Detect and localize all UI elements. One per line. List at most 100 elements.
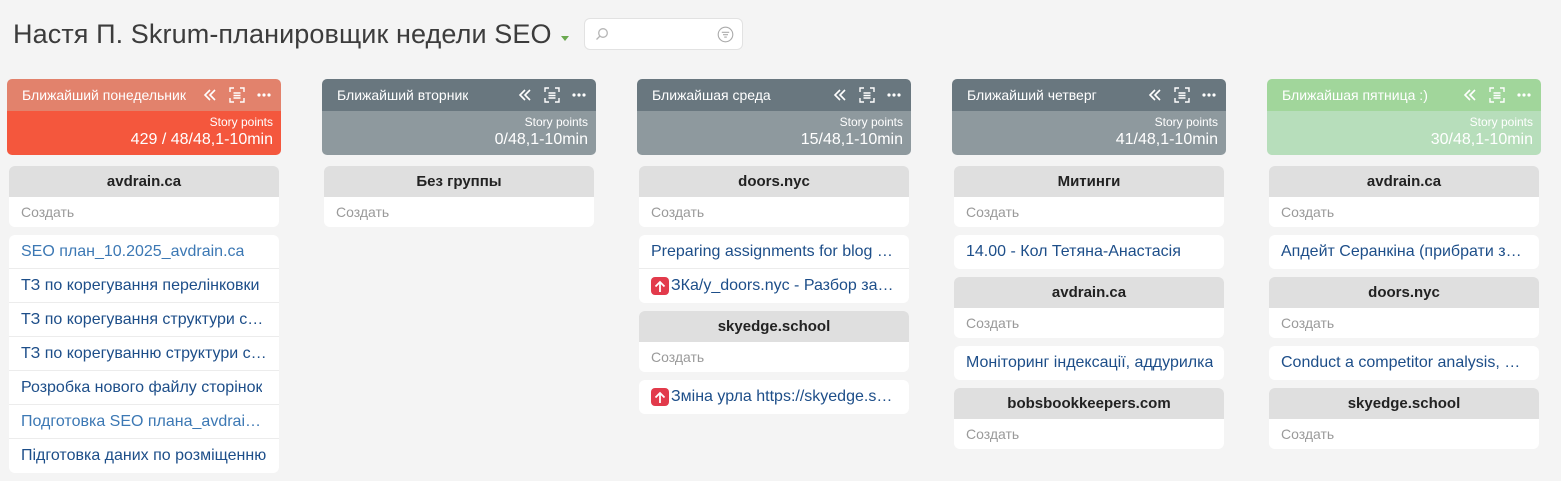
column-4: Ближайшая пятница :) Story points 30/48,1-… [1267,79,1541,449]
page-title[interactable]: Настя П. Skrum-планировщик недели SEO [13,19,552,50]
column-header[interactable]: Ближайшая среда Story points 15/48,1-10min [637,79,911,155]
group-header[interactable]: doors.nyc [639,166,909,197]
story-points-value: 429 / 48/48,1-10min [130,131,273,148]
collapse-icon[interactable] [1148,88,1162,102]
focus-icon[interactable] [229,87,245,103]
group-header[interactable]: doors.nyc [1269,277,1539,308]
task-title: Зміна урла https://skyedge.school [671,388,899,405]
page-header: Настя П. Skrum-планировщик недели SEO [13,16,743,52]
column-1: Ближайший вторник Story points 0/48,1-10mi… [322,79,596,227]
group-header[interactable]: Митинги [954,166,1224,197]
create-task-button[interactable]: Создать [954,308,1224,338]
column-title: Ближайший вторник [337,87,469,103]
story-points-label: Story points [524,115,588,129]
collapse-icon[interactable] [203,88,217,102]
group-header[interactable]: skyedge.school [639,311,909,342]
task-title: ЗКа/у_doors.nyc - Разбор задачи [671,277,899,294]
column-title: Ближайший понедельник [22,87,186,103]
title-dropdown-icon[interactable] [560,35,569,41]
column-2: Ближайшая среда Story points 15/48,1-10min… [637,79,911,414]
column-title-bar[interactable]: Ближайшая среда [637,79,911,111]
create-task-button[interactable]: Создать [1269,419,1539,449]
column-groups: Митинги Создать 14.00 - Кол Тетяна-Анастас… [954,166,1224,457]
task-card[interactable]: Розробка нового файлу сторінок [9,371,279,405]
priority-up-icon [651,277,669,295]
more-icon[interactable] [1517,93,1531,97]
create-task-button[interactable]: Создать [954,197,1224,227]
focus-icon[interactable] [1174,87,1190,103]
task-card[interactable]: Зміна урла https://skyedge.school [639,380,909,414]
more-icon[interactable] [887,93,901,97]
collapse-icon[interactable] [1463,88,1477,102]
story-points-panel: Story points 41/48,1-10min [952,111,1226,155]
group-header[interactable]: avdrain.ca [1269,166,1539,197]
task-card[interactable]: Апдейт Серанкіна (прибрати зайве) [1269,235,1539,269]
create-task-button[interactable]: Создать [9,197,279,227]
task-title: Апдейт Серанкіна (прибрати зайве) [1281,243,1529,260]
column-title-bar[interactable]: Ближайший вторник [322,79,596,111]
more-icon[interactable] [257,93,271,97]
column-title: Ближайшая среда [652,87,771,103]
collapse-icon[interactable] [518,88,532,102]
focus-icon[interactable] [859,87,875,103]
column-actions [203,87,271,103]
task-card[interactable]: ТЗ по корегуванню структури сайту [9,337,279,371]
column-header[interactable]: Ближайшая пятница :) Story points 30/48,1-… [1267,79,1541,155]
column-header[interactable]: Ближайший четверг Story points 41/48,1-10m… [952,79,1226,155]
task-card[interactable]: Conduct a competitor analysis, pages [1269,346,1539,380]
more-icon[interactable] [572,93,586,97]
story-points-panel: Story points 15/48,1-10min [637,111,911,155]
group-header[interactable]: bobsbookkeepers.com [954,388,1224,419]
column-title: Ближайший четверг [967,87,1097,103]
task-card[interactable]: Моніторинг індексації, аддурилка [954,346,1224,380]
task-title: Подготовка SEO плана_avdrain.ca [21,412,269,430]
task-card[interactable]: Підготовка даних по розміщенню [9,439,279,473]
story-points-value: 30/48,1-10min [1430,131,1533,148]
search-input[interactable] [612,24,713,44]
group-header[interactable]: Без группы [324,166,594,197]
group-header[interactable]: skyedge.school [1269,388,1539,419]
column-title-bar[interactable]: Ближайшая пятница :) [1267,79,1541,111]
column-title-bar[interactable]: Ближайший понедельник [7,79,281,111]
task-title: ТЗ по корегування перелінковки [21,276,260,294]
task-card[interactable]: Preparing assignments for blog posts [639,235,909,269]
task-title: Conduct a competitor analysis, pages [1281,354,1529,371]
task-title: ТЗ по корегуванню структури сайту [21,344,269,362]
column-actions [518,87,586,103]
story-points-label: Story points [1154,115,1218,129]
create-task-button[interactable]: Создать [1269,308,1539,338]
column-header[interactable]: Ближайший вторник Story points 0/48,1-10mi… [322,79,596,155]
task-list: SEO план_10.2025_avdrain.ca ТЗ по корегув… [9,235,279,473]
group-header[interactable]: avdrain.ca [9,166,279,197]
focus-icon[interactable] [544,87,560,103]
task-card[interactable]: ТЗ по корегування перелінковки [9,269,279,303]
task-card[interactable]: 14.00 - Кол Тетяна-Анастасія [954,235,1224,269]
task-title: Preparing assignments for blog posts [651,242,899,260]
focus-icon[interactable] [1489,87,1505,103]
more-icon[interactable] [1202,93,1216,97]
create-task-button[interactable]: Создать [1269,197,1539,227]
create-task-button[interactable]: Создать [954,419,1224,449]
task-list: Апдейт Серанкіна (прибрати зайве) [1269,235,1539,269]
column-groups: avdrain.ca Создать SEO план_10.2025_avdrai… [9,166,279,481]
create-task-button[interactable]: Создать [639,197,909,227]
column-header[interactable]: Ближайший понедельник Story points 429 / 4… [7,79,281,155]
search-box[interactable] [583,18,743,50]
group-header[interactable]: avdrain.ca [954,277,1224,308]
column-title-bar[interactable]: Ближайший четверг [952,79,1226,111]
task-title: Моніторинг індексації, аддурилка [966,354,1214,371]
search-icon[interactable] [595,27,609,41]
task-card[interactable]: Подготовка SEO плана_avdrain.ca [9,405,279,439]
task-card[interactable]: ЗКа/у_doors.nyc - Разбор задачи [639,269,909,303]
task-list: 14.00 - Кол Тетяна-Анастасія [954,235,1224,269]
column-0: Ближайший понедельник Story points 429 / 4… [7,79,281,473]
task-title: ТЗ по корегування структури сайту [21,310,269,328]
priority-up-icon [651,388,669,406]
task-card[interactable]: SEO план_10.2025_avdrain.ca [9,235,279,269]
create-task-button[interactable]: Создать [324,197,594,227]
filter-icon[interactable] [717,26,734,43]
create-task-button[interactable]: Создать [639,342,909,372]
task-card[interactable]: ТЗ по корегування структури сайту [9,303,279,337]
collapse-icon[interactable] [833,88,847,102]
column-actions [833,87,901,103]
